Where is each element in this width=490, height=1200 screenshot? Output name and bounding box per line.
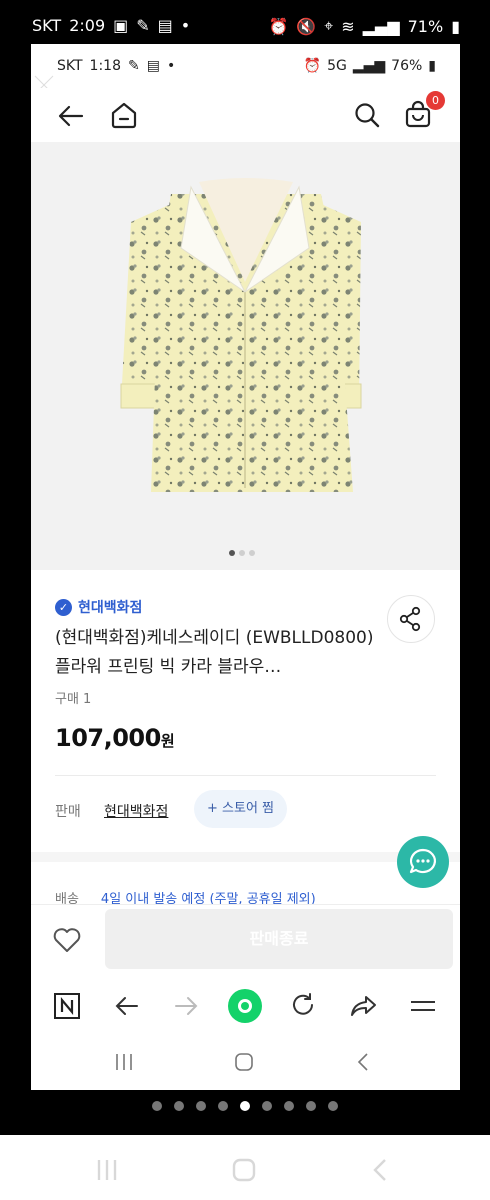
home-icon[interactable] — [109, 100, 139, 130]
refresh-icon[interactable] — [289, 992, 317, 1020]
search-icon[interactable] — [353, 101, 381, 129]
price-value: 107,000 — [55, 724, 161, 752]
product-title: (현대백화점)케네스레이디 (EWBLLD0800) 플라워 프린팅 빅 카라 … — [55, 628, 374, 677]
app-screenshot: SKT 1:18 ✎ ▤ • ⏰ 5G ▂▄▆ 76% ▮ 0 ✓ 현대백화점 … — [31, 44, 460, 1090]
page-dot — [284, 1101, 294, 1111]
outer-status-bar: SKT 2:09 ▣ ✎ ▤ • ⏰ 🔇 ⌖ ≋ ▂▄▆ 71% ▮ — [0, 0, 490, 46]
recent-apps-icon[interactable] — [113, 1051, 135, 1073]
divider — [55, 775, 436, 776]
inner-status-bar: SKT 1:18 ✎ ▤ • ⏰ 5G ▂▄▆ 76% ▮ — [31, 44, 460, 88]
system-back-icon[interactable] — [353, 1051, 375, 1073]
store-favorite-button[interactable]: + 스토어 찜 — [194, 790, 287, 828]
page-dot — [196, 1101, 206, 1111]
outer-time: 2:09 — [69, 16, 106, 35]
store-brand-name: 현대백화점 — [78, 600, 143, 616]
product-price: 107,000원 — [55, 724, 175, 752]
page-dot — [306, 1101, 316, 1111]
inner-system-nav — [31, 1034, 460, 1090]
share-button[interactable] — [387, 595, 435, 643]
store-brand-row[interactable]: ✓ 현대백화점 — [55, 597, 142, 617]
browser-toolbar — [31, 976, 460, 1034]
heart-icon[interactable] — [51, 924, 83, 954]
more-notifications-icon: • — [180, 16, 191, 35]
inner-alarm-icon: ⏰ — [303, 58, 322, 74]
price-currency: 원 — [160, 732, 175, 750]
notification-icon: ✎ — [136, 16, 150, 35]
inner-signal-icon: ▂▄▆ — [352, 58, 386, 74]
product-image — [120, 178, 362, 492]
chat-bubble-icon — [409, 848, 436, 874]
page-dot — [328, 1101, 338, 1111]
page-dot — [262, 1101, 272, 1111]
battery-icon: ▮ — [451, 16, 460, 36]
system-home-icon[interactable] — [233, 1051, 255, 1073]
inner-time: 1:18 — [89, 58, 121, 74]
cart-count-badge: 0 — [426, 91, 445, 110]
inner-carrier: SKT — [57, 58, 83, 74]
outer-recent-apps-icon[interactable] — [94, 1157, 120, 1183]
carousel-dot — [229, 550, 235, 556]
app-bar — [31, 88, 460, 144]
verified-check-icon: ✓ — [55, 598, 72, 616]
location-icon: ⌖ — [324, 16, 334, 35]
wifi-icon: ≋ — [341, 16, 355, 36]
menu-icon[interactable] — [409, 994, 437, 1018]
outer-home-icon[interactable] — [231, 1157, 257, 1183]
browser-share-icon[interactable] — [349, 992, 379, 1020]
page-dot — [240, 1101, 250, 1111]
inner-battery-text: 76% — [391, 58, 423, 74]
product-image-carousel[interactable] — [31, 142, 460, 570]
seller-name-link[interactable]: 현대백화점 — [104, 801, 168, 821]
carousel-indicator — [229, 550, 255, 556]
outer-back-icon[interactable] — [368, 1157, 394, 1183]
signal-icon: ▂▄▆ — [362, 16, 400, 36]
outer-battery-text: 71% — [407, 16, 444, 36]
naver-n-icon[interactable] — [53, 992, 81, 1020]
share-icon — [399, 606, 421, 632]
browser-forward-icon[interactable] — [172, 993, 200, 1019]
inner-notification-icon: ✎ — [128, 58, 140, 74]
purchase-count: 구매 1 — [55, 692, 92, 707]
seller-label: 판매 — [55, 804, 81, 820]
outer-page-indicator — [152, 1101, 338, 1111]
carousel-dot — [249, 550, 255, 556]
green-dot-icon[interactable] — [227, 988, 263, 1024]
gallery-notification-icon: ▣ — [113, 16, 129, 35]
inner-5g-icon: 5G — [327, 58, 347, 74]
page-dot — [152, 1101, 162, 1111]
inner-more-icon: • — [166, 58, 176, 74]
alarm-icon: ⏰ — [268, 16, 289, 36]
news-notification-icon: ▤ — [157, 16, 173, 35]
page-dot — [174, 1101, 184, 1111]
inner-battery-icon: ▮ — [428, 58, 436, 74]
chat-button[interactable] — [397, 836, 449, 888]
back-arrow-icon[interactable] — [57, 102, 85, 130]
outer-carrier: SKT — [32, 16, 62, 35]
browser-back-icon[interactable] — [113, 993, 141, 1019]
section-gap — [31, 852, 460, 862]
page-dot — [218, 1101, 228, 1111]
sold-out-button[interactable]: 판매종료 — [105, 909, 453, 969]
outer-system-nav — [0, 1135, 490, 1200]
carousel-dot — [239, 550, 245, 556]
inner-news-icon: ▤ — [146, 58, 160, 74]
mute-icon: 🔇 — [296, 16, 317, 36]
